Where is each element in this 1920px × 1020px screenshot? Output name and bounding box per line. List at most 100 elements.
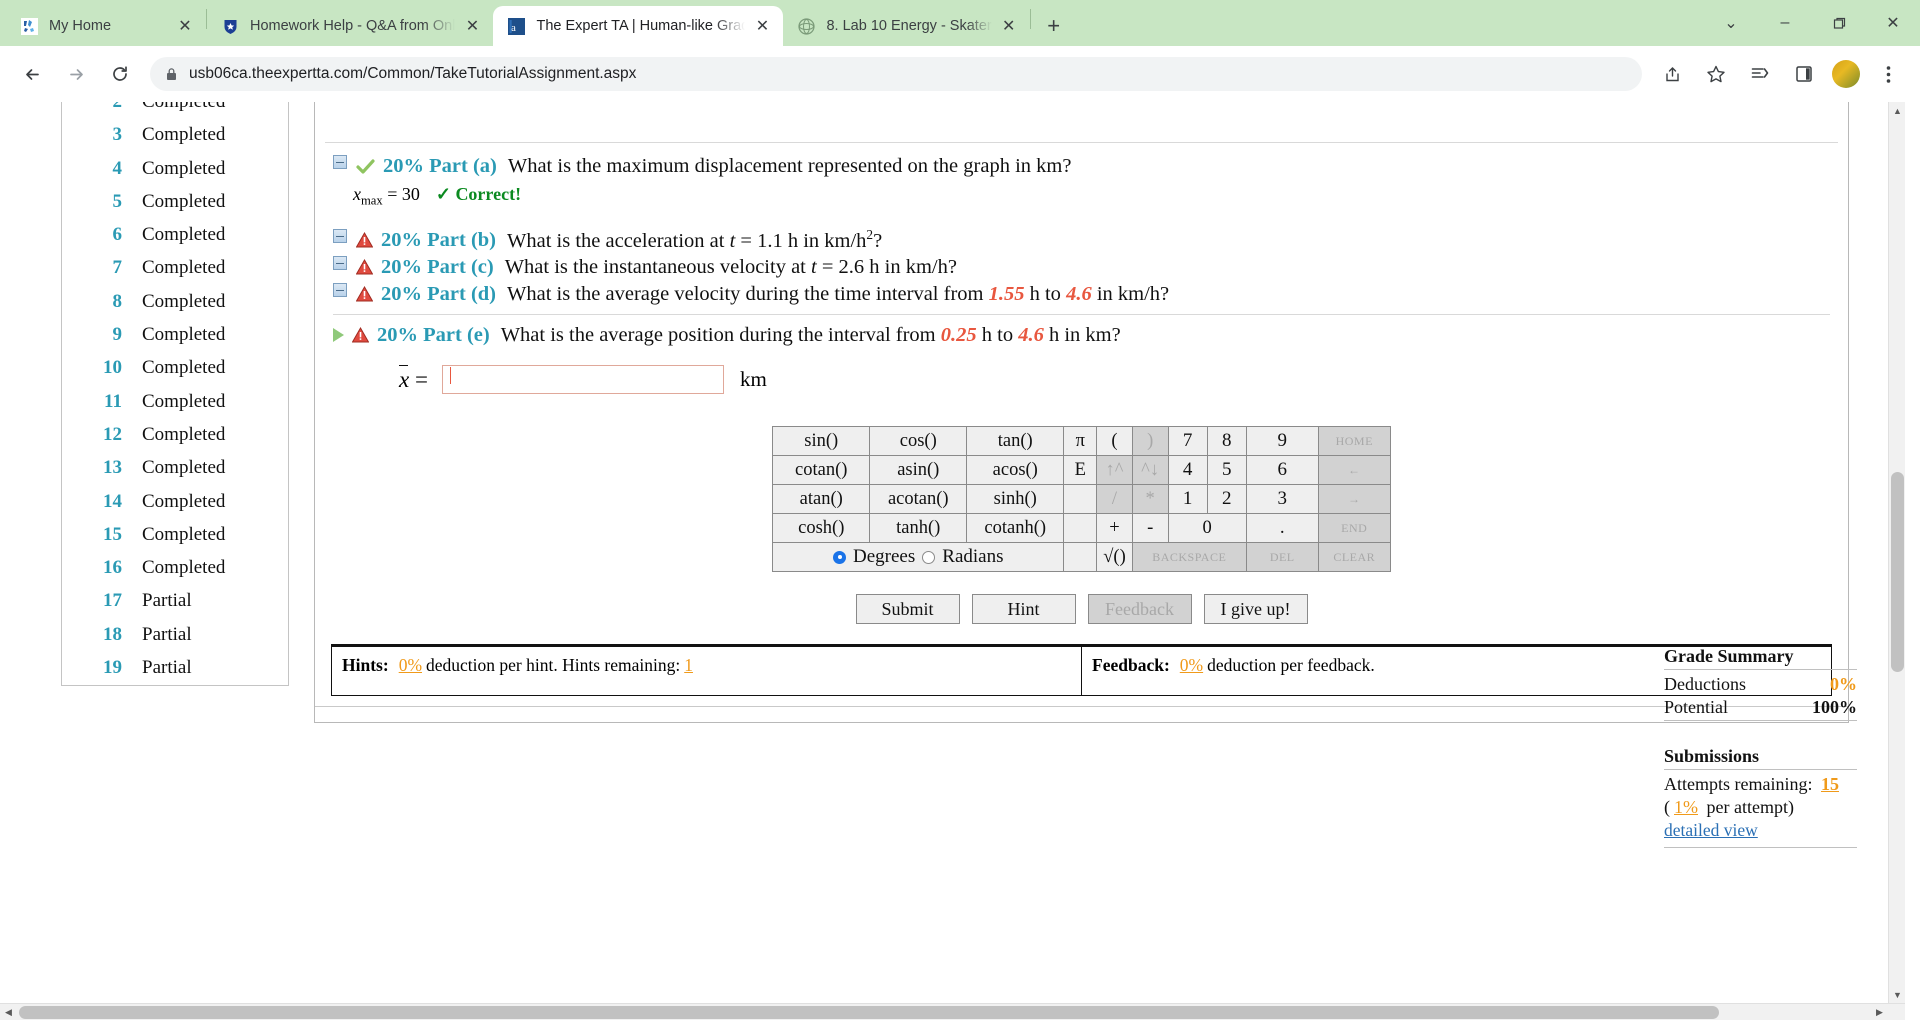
key-acos[interactable]: acos()	[966, 455, 1065, 486]
avatar[interactable]	[1832, 60, 1860, 88]
forward-icon[interactable]	[59, 57, 93, 91]
tab-close-icon[interactable]: ✕	[461, 15, 483, 37]
problem-number[interactable]: 8	[66, 291, 128, 313]
tab-search-icon[interactable]: ⌄	[1704, 0, 1758, 46]
problem-number[interactable]: 6	[66, 224, 128, 246]
collapse-minus-icon[interactable]	[333, 229, 347, 244]
tab-close-icon[interactable]: ✕	[174, 15, 196, 37]
collapse-minus-icon[interactable]	[333, 256, 347, 271]
key-2[interactable]: 2	[1206, 484, 1247, 515]
back-icon[interactable]	[15, 57, 49, 91]
list-item[interactable]: 18 Partial	[62, 618, 288, 651]
key-cotanh[interactable]: cotanh()	[966, 513, 1065, 544]
horizontal-scroll-thumb[interactable]	[19, 1006, 1719, 1019]
key-9[interactable]: 9	[1245, 426, 1319, 457]
list-item[interactable]: 11 Completed	[62, 385, 288, 418]
list-item[interactable]: 10 Completed	[62, 352, 288, 385]
key-tanh[interactable]: tanh()	[869, 513, 968, 544]
tab-expert-ta[interactable]: a The Expert TA | Human-like Gradi ✕	[493, 6, 784, 46]
list-item[interactable]: 13 Completed	[62, 452, 288, 485]
problem-number[interactable]: 13	[66, 457, 128, 479]
problem-number[interactable]: 12	[66, 424, 128, 446]
list-item[interactable]: 3 Completed	[62, 119, 288, 152]
part-d-header[interactable]: 20% Part (d) What is the average velocit…	[333, 281, 1830, 308]
submit-button[interactable]: Submit	[855, 594, 960, 625]
key-sin[interactable]: sin()	[772, 426, 871, 457]
answer-input[interactable]	[441, 365, 724, 395]
kebab-menu-icon[interactable]	[1871, 57, 1905, 91]
problem-number[interactable]: 14	[66, 491, 128, 513]
problem-number[interactable]: 11	[66, 391, 128, 413]
reading-list-icon[interactable]	[1743, 57, 1777, 91]
problem-number[interactable]: 16	[66, 557, 128, 579]
key-tan[interactable]: tan()	[966, 426, 1065, 457]
problem-number[interactable]: 2	[66, 102, 128, 113]
list-item[interactable]: 14 Completed	[62, 485, 288, 518]
key-sqrt[interactable]: √()	[1096, 542, 1133, 573]
list-item[interactable]: 8 Completed	[62, 285, 288, 318]
list-item[interactable]: 19 Partial	[62, 651, 288, 684]
scroll-right-icon[interactable]: ▶	[1871, 1004, 1888, 1020]
key-1[interactable]: 1	[1167, 484, 1208, 515]
key-decimal-point[interactable]: .	[1245, 513, 1319, 544]
scroll-down-icon[interactable]: ▼	[1889, 986, 1906, 1003]
key-7[interactable]: 7	[1167, 426, 1208, 457]
key-4[interactable]: 4	[1167, 455, 1208, 486]
key-minus[interactable]: -	[1131, 513, 1169, 544]
list-item[interactable]: 12 Completed	[62, 418, 288, 451]
side-panel-icon[interactable]	[1787, 57, 1821, 91]
collapse-minus-icon[interactable]	[333, 155, 347, 169]
key-6[interactable]: 6	[1245, 455, 1319, 486]
key-8[interactable]: 8	[1206, 426, 1247, 457]
problem-number[interactable]: 9	[66, 324, 128, 346]
problem-number[interactable]: 5	[66, 191, 128, 213]
key-cotan[interactable]: cotan()	[772, 455, 871, 486]
key-asin[interactable]: asin()	[869, 455, 968, 486]
part-c-header[interactable]: 20% Part (c) What is the instantaneous v…	[333, 254, 1830, 281]
horizontal-scrollbar[interactable]: ◀ ▶	[0, 1003, 1905, 1020]
key-5[interactable]: 5	[1206, 455, 1247, 486]
address-bar[interactable]: usb06ca.theexpertta.com/Common/TakeTutor…	[150, 57, 1642, 91]
key-0[interactable]: 0	[1167, 513, 1247, 544]
list-item[interactable]: 9 Completed	[62, 318, 288, 351]
key-sinh[interactable]: sinh()	[966, 484, 1065, 515]
key-plus[interactable]: +	[1096, 513, 1133, 544]
share-icon[interactable]	[1655, 57, 1689, 91]
tab-close-icon[interactable]: ✕	[751, 15, 773, 37]
key-atan[interactable]: atan()	[772, 484, 871, 515]
list-item[interactable]: 2 Completed	[62, 102, 288, 119]
restore-icon[interactable]	[1812, 0, 1866, 46]
scroll-left-icon[interactable]: ◀	[0, 1004, 17, 1020]
problem-number[interactable]: 18	[66, 624, 128, 646]
problem-number[interactable]: 15	[66, 524, 128, 546]
tab-lab-10-energy[interactable]: 8. Lab 10 Energy - Skater ✕	[783, 6, 1029, 46]
minimize-icon[interactable]: –	[1758, 0, 1812, 46]
list-item[interactable]: 4 Completed	[62, 152, 288, 185]
new-tab-button[interactable]: +	[1039, 11, 1069, 41]
problem-number[interactable]: 3	[66, 124, 128, 146]
radio-degrees[interactable]	[833, 550, 847, 564]
part-b-header[interactable]: 20% Part (b) What is the acceleration at…	[333, 225, 1830, 255]
close-window-icon[interactable]: ✕	[1866, 0, 1920, 46]
vertical-scrollbar[interactable]: ▲ ▼	[1888, 102, 1905, 1003]
problem-number[interactable]: 4	[66, 158, 128, 180]
problem-number[interactable]: 10	[66, 357, 128, 379]
key-cos[interactable]: cos()	[869, 426, 968, 457]
problem-number[interactable]: 7	[66, 257, 128, 279]
tab-my-home[interactable]: My Home ✕	[6, 6, 206, 46]
key-e[interactable]: E	[1063, 455, 1098, 486]
key-pi[interactable]: π	[1063, 426, 1098, 457]
radio-radians[interactable]	[922, 550, 936, 564]
tab-homework-help[interactable]: Homework Help - Q&A from Onl ✕	[207, 6, 493, 46]
tab-close-icon[interactable]: ✕	[998, 15, 1020, 37]
list-item[interactable]: 6 Completed	[62, 218, 288, 251]
problem-number[interactable]: 19	[66, 657, 128, 679]
list-item[interactable]: 17 Partial	[62, 585, 288, 618]
expand-play-icon[interactable]	[333, 328, 344, 343]
key-cosh[interactable]: cosh()	[772, 513, 871, 544]
problem-number[interactable]: 17	[66, 590, 128, 612]
list-item[interactable]: 7 Completed	[62, 252, 288, 285]
list-item[interactable]: 16 Completed	[62, 551, 288, 584]
key-open-paren[interactable]: (	[1096, 426, 1133, 457]
vertical-scroll-thumb[interactable]	[1891, 472, 1904, 672]
